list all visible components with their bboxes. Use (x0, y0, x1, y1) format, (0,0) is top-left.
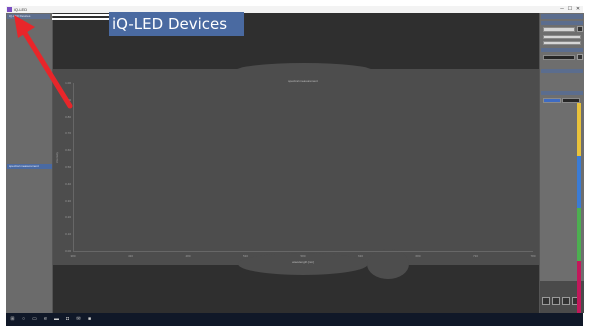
maximize-button[interactable]: ☐ (566, 6, 574, 13)
color-strip-segment (577, 103, 581, 156)
device-panel-header[interactable]: iQ-LED Devices (7, 14, 50, 19)
color-strip-segment (577, 208, 581, 261)
x-tick-label: 730 (472, 254, 478, 258)
y-tick-label: 0.20 (65, 215, 71, 220)
search-icon[interactable]: ○ (21, 317, 26, 322)
y-tick-label: 0.00 (65, 249, 71, 253)
edge-icon[interactable]: e (43, 317, 48, 322)
y-axis (73, 83, 74, 251)
measure-field[interactable] (543, 55, 575, 60)
windows-icon[interactable]: ⊞ (10, 317, 15, 322)
plot-edge-shape (367, 249, 409, 279)
y-tick-label: 0.90 (65, 97, 71, 102)
x-tick-label: 580 (300, 254, 306, 258)
store-icon[interactable]: ◘ (65, 317, 70, 322)
y-tick-label: 0.40 (65, 181, 71, 186)
x-tick-label: 380 (70, 254, 76, 258)
status-color-strip (577, 13, 581, 313)
y-tick-label: 0.80 (65, 114, 71, 119)
minimize-button[interactable]: ─ (558, 6, 566, 13)
annotation-lines (52, 14, 109, 20)
y-tick-label: 0.60 (65, 148, 71, 153)
x-tick-label: 430 (127, 254, 133, 258)
plot-area (53, 69, 539, 265)
device-list-item-selected[interactable]: spectral measurement (7, 164, 52, 169)
download-button[interactable] (562, 297, 570, 305)
taskbar: ⊞ ○ ▭ e ▬ ◘ ✉ ■ (6, 313, 583, 326)
x-tick-label: 530 (242, 254, 248, 258)
y-tick-label: 0.30 (65, 198, 71, 203)
color-strip-segment (577, 155, 581, 208)
slider-track[interactable] (543, 35, 581, 39)
window-title: iQ-LED (14, 7, 28, 12)
mail-icon[interactable]: ✉ (76, 317, 81, 322)
annotation-banner: iQ-LED Devices (109, 12, 244, 36)
x-axis (73, 251, 533, 252)
x-tick-label: 480 (185, 254, 191, 258)
close-button[interactable]: ✕ (574, 6, 582, 13)
input-field[interactable] (543, 27, 575, 32)
chart-title: spectral measurement (288, 79, 318, 83)
app-window: iQ-LED Devices spectral measurement spec… (6, 13, 584, 313)
x-tick-label: 680 (415, 254, 421, 258)
play-button[interactable] (542, 297, 550, 305)
y-tick-label: 0.70 (65, 131, 71, 136)
folder-icon[interactable]: ▬ (54, 317, 59, 322)
y-tick-label: 0.50 (65, 165, 71, 169)
app-icon (7, 7, 12, 12)
x-axis-label: wavelength [nm] (292, 260, 314, 264)
task-view-icon[interactable]: ▭ (32, 317, 37, 322)
tab-active[interactable] (543, 98, 561, 103)
refresh-button[interactable] (552, 297, 560, 305)
y-tick-label: 1.00 (65, 81, 71, 85)
color-strip-segment (577, 260, 581, 313)
chart-area: spectral measurement 1.00 0.90 0.80 0.70 0.6… (53, 13, 539, 313)
x-tick-label: 630 (357, 254, 363, 258)
y-tick-label: 0.10 (65, 232, 71, 237)
device-panel: iQ-LED Devices spectral measurement (6, 13, 53, 313)
app-icon[interactable]: ■ (87, 317, 92, 322)
slider-track[interactable] (543, 41, 581, 45)
y-axis-label: intensity (55, 151, 59, 163)
